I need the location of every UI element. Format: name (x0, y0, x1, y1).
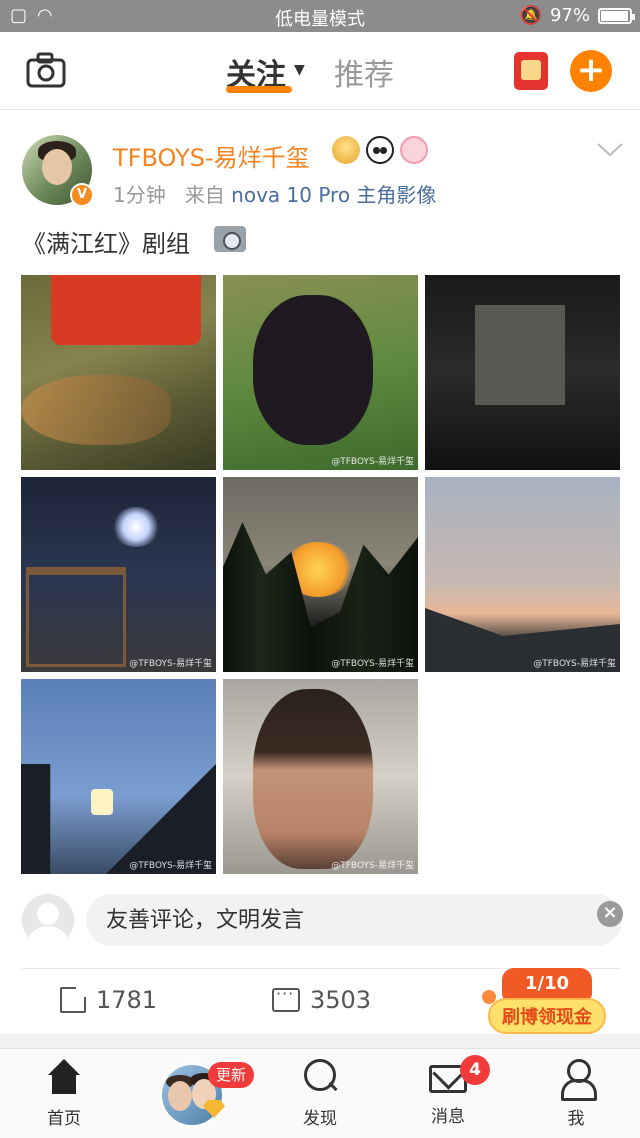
messages-badge: 4 (460, 1055, 490, 1085)
photo-3[interactable] (425, 275, 620, 470)
red-stool (51, 275, 201, 345)
cash-reward-button[interactable]: 1/10 刷博领现金 (482, 968, 606, 1034)
puppy (253, 295, 373, 445)
comment-count: 3503 (310, 986, 372, 1014)
repost-icon (60, 987, 86, 1013)
author-name[interactable]: TFBOYS-易烊千玺 (113, 138, 310, 173)
photo-watermark: @TFBOYS-易烊千玺 (331, 457, 414, 467)
avatar-face-1 (168, 1081, 192, 1111)
lantern (91, 789, 113, 815)
comment-icon (272, 984, 300, 1012)
photo-6[interactable]: @TFBOYS-易烊千玺 (425, 477, 620, 672)
close-icon[interactable]: × (597, 901, 623, 927)
verified-badge-icon: V (70, 183, 94, 207)
photo-watermark: @TFBOYS-易烊千玺 (331, 659, 414, 669)
photo-8[interactable]: @TFBOYS-易烊千玺 (223, 679, 418, 874)
tab-me-label: 我 (567, 1109, 585, 1129)
crown-badge-icon[interactable] (332, 136, 360, 164)
battery-level (601, 10, 629, 21)
post-text: 《满江红》剧组 (22, 230, 190, 258)
comment-input[interactable] (86, 894, 622, 946)
tab-messages-label: 消息 (431, 1107, 465, 1127)
status-right-icons: 🔕 97% (519, 5, 635, 26)
battery-percent: 97% (549, 5, 590, 26)
tab-home[interactable]: 首页 (24, 1059, 104, 1129)
photo-4[interactable]: @TFBOYS-易烊千玺 (21, 477, 216, 672)
update-badge: 更新 (208, 1062, 255, 1088)
photo-1[interactable] (21, 275, 216, 470)
red-packet-icon[interactable] (514, 52, 548, 90)
repost-count: 1781 (96, 986, 158, 1014)
user-badges (332, 136, 428, 164)
status-bar: ▢ ◠ 低电量模式 🔕 97% (0, 0, 640, 32)
home-icon (46, 1059, 82, 1095)
top-nav: 关注 ▼ 推荐 + (0, 32, 640, 110)
scaffold (26, 567, 126, 667)
post-time: 1分钟 (113, 183, 166, 207)
camera-icon[interactable] (26, 52, 66, 88)
dark-window (475, 305, 565, 405)
photo-5[interactable]: @TFBOYS-易烊千玺 (223, 477, 418, 672)
pig-badge-icon[interactable] (400, 136, 428, 164)
cash-label: 刷博领现金 (488, 998, 606, 1034)
caret-down-icon[interactable]: ▼ (294, 62, 305, 78)
user-icon (558, 1059, 597, 1101)
search-icon (302, 1059, 338, 1095)
selfie-portrait (253, 689, 373, 869)
cash-progress: 1/10 (502, 968, 592, 1000)
battery-icon (598, 7, 635, 24)
tab-recommend[interactable]: 推荐 (334, 50, 394, 94)
photo-watermark: @TFBOYS-易烊千玺 (331, 861, 414, 871)
compose-button[interactable]: + (570, 50, 612, 92)
panda-badge-icon[interactable] (366, 136, 394, 164)
my-avatar (22, 894, 74, 946)
plus-icon: + (576, 50, 606, 90)
avatar-face (42, 149, 72, 185)
feed-gap (0, 1034, 640, 1048)
camera-emoji-icon (214, 226, 246, 252)
tab-discover[interactable]: 发现 (280, 1059, 360, 1129)
chevron-down-icon[interactable] (596, 142, 624, 158)
photo-7[interactable]: @TFBOYS-易烊千玺 (21, 679, 216, 874)
post-meta: 1分钟 来自 nova 10 Pro 主角影像 (113, 179, 436, 208)
photo-watermark: @TFBOYS-易烊千玺 (129, 861, 212, 871)
thumb-icon (482, 990, 496, 1004)
tab-me[interactable]: 我 (536, 1059, 616, 1129)
photo-watermark: @TFBOYS-易烊千玺 (129, 659, 212, 669)
repost-button[interactable]: 1781 (60, 986, 157, 1014)
mute-bell-icon: 🔕 (519, 5, 542, 26)
post-source[interactable]: nova 10 Pro 主角影像 (231, 183, 436, 207)
photo-2[interactable]: @TFBOYS-易烊千玺 (223, 275, 418, 470)
tab-discover-label: 发现 (303, 1109, 337, 1129)
active-tab-indicator (226, 86, 292, 93)
red-packet-inner (521, 60, 541, 80)
source-prefix: 来自 (184, 183, 225, 207)
tab-messages[interactable]: 4 消息 (408, 1055, 490, 1127)
film-light (111, 507, 161, 547)
tab-home-label: 首页 (47, 1109, 81, 1129)
photo-watermark: @TFBOYS-易烊千玺 (533, 659, 616, 669)
cat (21, 375, 171, 445)
comment-button[interactable]: 3503 (272, 984, 372, 1014)
bottom-tab-bar: 首页 发现 4 消息 我 (0, 1048, 640, 1138)
